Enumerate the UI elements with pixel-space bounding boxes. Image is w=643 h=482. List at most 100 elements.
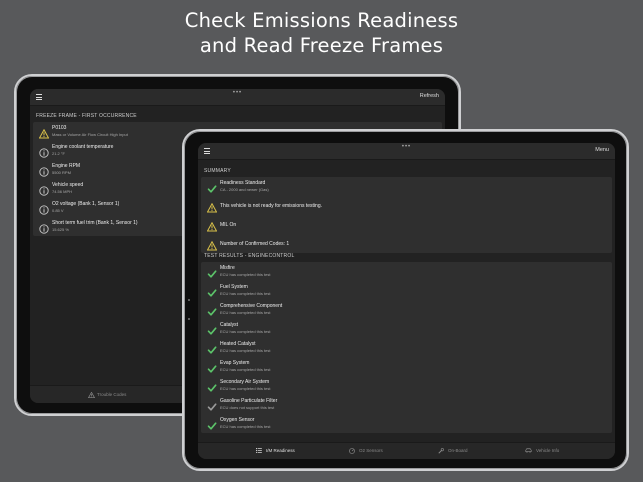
check-icon	[207, 285, 217, 297]
check-icon	[207, 304, 217, 316]
tab-trouble-codes-label: Trouble Codes	[97, 392, 127, 398]
tab-label: O2 Sensors	[359, 448, 383, 454]
list-item-subtitle: 21.2 °F	[52, 151, 65, 156]
list-item-title: Gasoline Particulate Filter	[220, 398, 278, 404]
summary-panel: Readiness Standard CA - 2000 and newer (G…	[201, 177, 612, 253]
list-item-title: Vehicle speed	[52, 182, 84, 188]
list-item-subtitle: ECU has completed this test	[220, 310, 271, 315]
headline: Check Emissions Readiness and Read Freez…	[0, 8, 643, 58]
check-icon	[207, 181, 217, 193]
refresh-button[interactable]: Refresh	[420, 93, 439, 99]
warning-icon	[87, 391, 96, 398]
list-item-title: MIL On	[220, 222, 237, 228]
check-icon	[207, 399, 217, 411]
check-icon	[207, 361, 217, 373]
list-item-title: Engine coolant temperature	[52, 144, 114, 150]
tab-trouble-codes[interactable]: Trouble Codes	[87, 391, 127, 398]
front-hamburger-icon[interactable]	[204, 148, 210, 154]
list-item[interactable]: Heated Catalyst ECU has completed this te…	[201, 338, 612, 357]
tab-label: I/M Readiness	[266, 448, 295, 453]
list-item-subtitle: ECU has completed this test	[220, 424, 271, 429]
list-item-subtitle: 0.85 V	[52, 208, 64, 213]
wrench-icon	[438, 448, 446, 454]
warning-icon	[206, 200, 218, 213]
info-icon	[39, 164, 49, 177]
summary-header: SUMMARY	[204, 168, 231, 174]
check-icon	[207, 418, 217, 430]
list-item-subtitle: 5500 RPM	[52, 170, 71, 175]
list-item[interactable]: Fuel System ECU has completed this test	[201, 281, 612, 300]
back-navbar: ••• Refresh	[30, 89, 445, 106]
tab-o2-sensors[interactable]: O2 Sensors	[349, 448, 383, 454]
info-icon	[39, 145, 49, 158]
list-item[interactable]: Secondary Air System ECU has completed th…	[201, 376, 612, 395]
list-item[interactable]: Readiness Standard CA - 2000 and newer (G…	[201, 177, 612, 196]
list-item-subtitle: ECU has completed this test	[220, 386, 271, 391]
list-item-subtitle: CA - 2000 and newer (Gas)	[220, 187, 269, 192]
list-item-title: P0103	[52, 125, 67, 131]
list-item-subtitle: Mass or Volume Air Flow Circuit High Inp…	[52, 132, 128, 137]
list-item[interactable]: Oxygen Sensor ECU has completed this test	[201, 414, 612, 433]
scroll-indicator	[188, 318, 190, 320]
test-results-header: TEST RESULTS - ENGINECONTROL	[204, 253, 295, 259]
list-item-title: Number of Confirmed Codes: 1	[220, 241, 290, 247]
list-item[interactable]: Gasoline Particulate Filter ECU does not …	[201, 395, 612, 414]
test-results-panel: Misfire ECU has completed this test Fuel S…	[201, 262, 612, 433]
scroll-indicator	[188, 299, 190, 301]
list-item-title: Secondary Air System	[220, 379, 270, 385]
headline-line-2: and Read Freeze Frames	[199, 34, 444, 57]
list-item-subtitle: ECU has completed this test	[220, 367, 271, 372]
list-item[interactable]: Evap System ECU has completed this test	[201, 357, 612, 376]
tab-vehicle-info[interactable]: Vehicle Info	[525, 448, 559, 453]
list-item[interactable]: This vehicle is not ready for emissions …	[201, 196, 612, 215]
list-item-subtitle: ECU does not support this test	[220, 405, 275, 410]
list-item-title: Readiness Standard	[220, 180, 266, 186]
list-item-title: Evap System	[220, 360, 250, 366]
freeze-frame-header: FREEZE FRAME - FIRST OCCURRENCE	[36, 113, 137, 119]
list-item-subtitle: ECU has completed this test	[220, 329, 271, 334]
list-item-subtitle: 15.625 %	[52, 227, 69, 232]
warning-icon	[206, 219, 218, 232]
check-icon	[207, 342, 217, 354]
back-hamburger-icon[interactable]	[36, 94, 42, 100]
list-item-title: Oxygen Sensor	[220, 417, 255, 423]
list-item-title: O2 voltage (Bank 1, Sensor 1)	[52, 201, 120, 207]
list-item[interactable]: Catalyst ECU has completed this test	[201, 319, 612, 338]
headline-line-1: Check Emissions Readiness	[184, 9, 459, 32]
list-item-title: Engine RPM	[52, 163, 81, 169]
tab-label: Vehicle Info	[536, 448, 560, 453]
list-item-title: Short term fuel trim (Bank 1, Sensor 1)	[52, 220, 138, 226]
list-item-title: Heated Catalyst	[220, 341, 256, 347]
info-icon	[39, 183, 49, 196]
list-item[interactable]: MIL On	[201, 215, 612, 234]
warning-icon	[38, 126, 50, 139]
list-item-subtitle: 74.56 MPH	[52, 189, 73, 194]
list-item-title: Catalyst	[220, 322, 239, 328]
front-tablet: ••• Menu SUMMARY Readiness Standard CA - …	[182, 129, 629, 471]
list-item-title: Fuel System	[220, 284, 248, 290]
info-icon	[39, 202, 49, 215]
list-item[interactable]: Comprehensive Component ECU has completed…	[201, 300, 612, 319]
menu-button[interactable]: Menu	[595, 147, 609, 153]
check-icon	[207, 266, 217, 278]
front-tabbar: I/M Readiness O2 Sensors On-Board Vehicle I…	[198, 442, 615, 459]
info-icon	[39, 221, 49, 234]
list-icon	[256, 448, 264, 454]
list-item-subtitle: ECU has completed this test	[220, 348, 271, 353]
list-item-title: Misfire	[220, 265, 235, 271]
gauge-icon	[349, 448, 357, 454]
list-item-subtitle: ECU has completed this test	[220, 272, 271, 277]
check-icon	[207, 380, 217, 392]
front-status-dots: •••	[401, 144, 412, 150]
tab-label: On-Board	[448, 448, 468, 454]
tab-on-board[interactable]: On-Board	[438, 448, 468, 454]
list-item[interactable]: Misfire ECU has completed this test	[201, 262, 612, 281]
list-item-title: Comprehensive Component	[220, 303, 283, 309]
tab-i-m-readiness[interactable]: I/M Readiness	[256, 448, 295, 454]
check-icon	[207, 323, 217, 335]
list-item[interactable]: Number of Confirmed Codes: 1	[201, 234, 612, 253]
back-status-dots: •••	[232, 90, 243, 96]
list-item-title: This vehicle is not ready for emissions …	[220, 203, 322, 209]
list-item-subtitle: ECU has completed this test	[220, 291, 271, 296]
car-icon	[525, 448, 534, 453]
